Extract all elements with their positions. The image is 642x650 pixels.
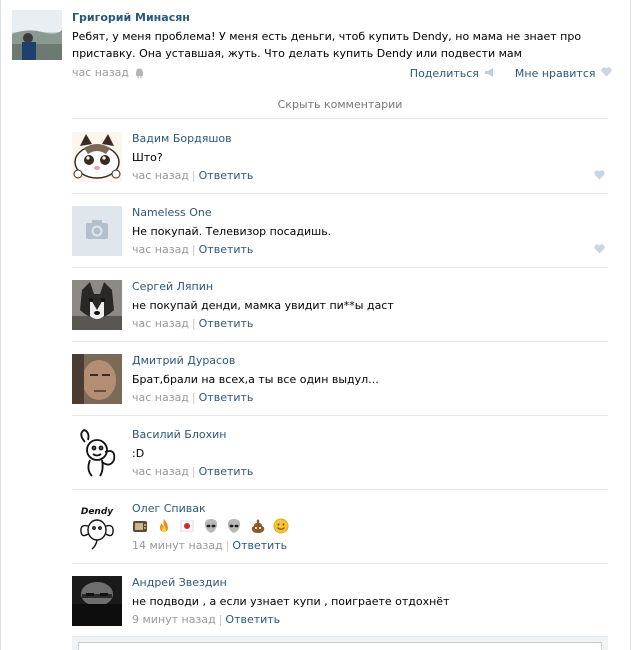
post-author[interactable]: Григорий Минасян <box>72 11 190 24</box>
share-button[interactable]: Поделиться <box>410 67 479 80</box>
reply-link[interactable]: Ответить <box>199 169 254 182</box>
comment-time[interactable]: час назад <box>132 391 189 404</box>
comment: Василий Блохин :D час назад | Ответить <box>72 416 608 490</box>
avatar[interactable]: Dendy <box>72 502 122 552</box>
reply-link[interactable]: Ответить <box>199 243 254 256</box>
heart-icon[interactable] <box>594 170 605 183</box>
heart-icon[interactable] <box>594 244 605 257</box>
comment-text: :D <box>132 447 145 460</box>
avatar[interactable] <box>72 354 122 404</box>
avatar[interactable] <box>12 10 62 60</box>
page-border-right <box>630 0 631 650</box>
comment-author[interactable]: Олег Спивак <box>132 502 206 515</box>
reply-link[interactable]: Ответить <box>199 317 254 330</box>
comment-meta: час назад | Ответить <box>132 169 253 182</box>
comment-time[interactable]: 9 минут назад <box>132 613 216 626</box>
avatar[interactable] <box>72 576 122 626</box>
comment: Андрей Звездин не подводи , а если узнае… <box>72 564 608 638</box>
reply-link[interactable]: Ответить <box>225 613 280 626</box>
avatar[interactable] <box>72 428 122 478</box>
comment-time[interactable]: час назад <box>132 243 189 256</box>
comment-time[interactable]: час назад <box>132 169 189 182</box>
avatar[interactable] <box>72 206 122 256</box>
divider: | <box>191 317 196 330</box>
comment: Сергей Ляпин не покупай денди, мамка уви… <box>72 268 608 342</box>
comment: Dendy Олег Спивак 14 минут назад | Ответ… <box>72 490 608 564</box>
post-actions: Поделиться Мне нравится <box>410 66 612 80</box>
comment-time[interactable]: час назад <box>132 317 189 330</box>
reply-link[interactable]: Ответить <box>199 391 254 404</box>
page-border-left <box>0 0 1 650</box>
tv-emoji <box>132 518 148 534</box>
emoji-row <box>132 518 293 534</box>
comment-author[interactable]: Василий Блохин <box>132 428 226 441</box>
post-time[interactable]: час назад <box>72 66 129 79</box>
comment-text: не покупай денди, мамка увидит пи**ы дас… <box>132 299 394 312</box>
like-button[interactable]: Мне нравится <box>515 67 596 80</box>
hide-comments-link[interactable]: Скрыть комментарии <box>72 93 608 119</box>
heart-icon[interactable] <box>601 66 612 80</box>
divider: | <box>191 465 196 478</box>
divider: | <box>191 391 196 404</box>
alien-emoji <box>203 518 219 534</box>
comment: Дмитрий Дурасов Брат,брали на всех,а ты … <box>72 342 608 416</box>
avatar[interactable] <box>72 132 122 182</box>
comment-text: Што? <box>132 151 163 164</box>
comment-input[interactable] <box>78 642 602 650</box>
comment: Nameless One Не покупай. Телевизор посад… <box>72 194 608 268</box>
comment-author[interactable]: Nameless One <box>132 206 212 219</box>
post-meta: час назад <box>72 66 144 81</box>
flag-emoji <box>179 518 195 534</box>
divider: | <box>191 169 196 182</box>
comment-meta: час назад | Ответить <box>132 243 253 256</box>
megaphone-icon[interactable] <box>484 67 495 80</box>
alien-emoji <box>226 518 242 534</box>
comment-meta: час назад | Ответить <box>132 317 253 330</box>
reply-link[interactable]: Ответить <box>199 465 254 478</box>
comment-time[interactable]: час назад <box>132 465 189 478</box>
reply-link[interactable]: Ответить <box>232 539 287 552</box>
android-icon <box>135 68 144 81</box>
comment-author[interactable]: Сергей Ляпин <box>132 280 213 293</box>
comment-text: не подводи , а если узнает купи , поигра… <box>132 595 450 608</box>
comment: Вадим Бордяшов Што? час назад | Ответить <box>72 120 608 194</box>
reply-box <box>72 636 608 650</box>
comment-meta: час назад | Ответить <box>132 465 253 478</box>
comment-meta: 9 минут назад | Ответить <box>132 613 280 626</box>
smile-emoji <box>273 518 289 534</box>
divider: | <box>191 243 196 256</box>
divider: | <box>225 539 230 552</box>
comment-author[interactable]: Дмитрий Дурасов <box>132 354 235 367</box>
avatar-logo-text: Dendy <box>81 507 114 517</box>
comment-meta: час назад | Ответить <box>132 391 253 404</box>
avatar[interactable] <box>72 280 122 330</box>
comment-text: Не покупай. Телевизор посадишь. <box>132 225 332 238</box>
comment-author[interactable]: Вадим Бордяшов <box>132 132 232 145</box>
comment-author[interactable]: Андрей Звездин <box>132 576 227 589</box>
divider: | <box>218 613 223 626</box>
fire-emoji <box>156 518 172 534</box>
comment-meta: 14 минут назад | Ответить <box>132 539 287 552</box>
post-text: Ребят, у меня проблема! У меня есть день… <box>72 30 582 60</box>
comment-text: Брат,брали на всех,а ты все один выдул..… <box>132 373 379 386</box>
comment-time[interactable]: 14 минут назад <box>132 539 223 552</box>
poop-emoji <box>250 518 266 534</box>
